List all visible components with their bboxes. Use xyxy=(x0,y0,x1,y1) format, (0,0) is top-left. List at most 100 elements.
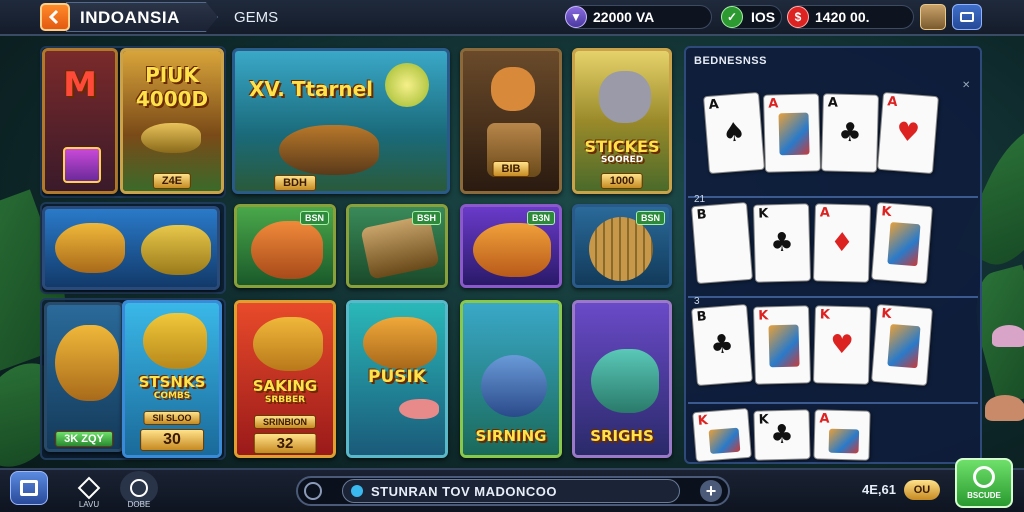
game-card-13-title: SAKING xyxy=(252,377,318,395)
fish-icon xyxy=(55,223,125,273)
game-card-13-chip-top: SRINBION xyxy=(253,415,317,429)
game-card-15-title: SIRNING xyxy=(475,427,547,445)
search-text: STUNRAN TOV MADONCOO xyxy=(371,483,557,499)
game-card-16[interactable]: SRIGHS xyxy=(572,300,672,458)
game-card-12-chip: 30 xyxy=(140,429,204,451)
game-card-12[interactable]: STSNKS COMBS SII SLOO 30 xyxy=(122,300,222,458)
card-rank: A xyxy=(819,411,830,427)
fish-icon xyxy=(143,313,207,369)
playing-card[interactable]: A ♥ xyxy=(877,91,939,175)
game-card-6[interactable] xyxy=(42,206,220,290)
card-suit-icon: ♣ xyxy=(769,227,795,259)
profile-avatar[interactable] xyxy=(920,4,946,30)
playing-card[interactable]: A ♣ xyxy=(820,93,880,173)
crown-icon xyxy=(63,147,101,183)
nav-home-button[interactable] xyxy=(10,471,48,505)
game-card-1[interactable]: M xyxy=(42,48,118,194)
playing-card[interactable]: K xyxy=(692,407,752,463)
game-card-11[interactable]: 3K ZQY xyxy=(44,302,124,452)
game-card-14[interactable]: PUSIK xyxy=(346,300,448,458)
card-rank: K xyxy=(819,307,831,323)
card-rank: K xyxy=(758,206,769,222)
card-suit-icon: ♥ xyxy=(829,329,855,361)
playing-card[interactable]: K xyxy=(871,201,933,285)
game-card-2-chip: Z4E xyxy=(152,173,192,189)
card-suit-icon: ♣ xyxy=(769,419,795,451)
playing-card[interactable]: A xyxy=(762,93,822,173)
card-rank: B xyxy=(696,309,708,325)
card-face-art xyxy=(778,112,810,156)
card-row-label: 3 xyxy=(694,296,700,307)
close-icon[interactable]: ✕ xyxy=(962,80,970,91)
game-card-3[interactable]: XV. Ttarnel BDH xyxy=(232,48,450,194)
playing-card[interactable]: K xyxy=(871,303,933,387)
card-rank: K xyxy=(758,412,769,428)
mouse-icon xyxy=(599,71,651,123)
balance-chip[interactable]: OU xyxy=(904,480,940,500)
playing-card[interactable]: K ♥ xyxy=(812,305,872,385)
game-card-2[interactable]: PIUK 4000D Z4E xyxy=(120,48,224,194)
game-card-8-badge: BSH xyxy=(411,211,441,225)
currency-status[interactable]: ✓ IOS xyxy=(721,5,782,29)
fish-icon xyxy=(253,317,323,371)
arrow-left-icon xyxy=(48,9,59,25)
mushroom-decoration xyxy=(985,395,1024,421)
game-card-3-chip: BDH xyxy=(274,175,316,191)
card-rank: A xyxy=(886,94,899,111)
card-rank: A xyxy=(768,96,779,112)
game-card-9[interactable]: B3N xyxy=(460,204,562,288)
playing-card[interactable]: A ♠ xyxy=(703,91,765,175)
card-rank: B xyxy=(696,207,708,223)
search-input[interactable]: STUNRAN TOV MADONCOO xyxy=(342,479,680,503)
card-rank: K xyxy=(880,204,893,221)
currency-status-value: IOS xyxy=(751,9,776,25)
menu-button[interactable] xyxy=(952,4,982,30)
game-card-13-chip: 32 xyxy=(253,433,317,454)
game-card-9-badge: B3N xyxy=(526,211,555,225)
refresh-icon[interactable] xyxy=(304,482,322,500)
game-card-7[interactable]: BSN xyxy=(234,204,336,288)
card-face-art xyxy=(828,428,860,454)
globe-icon xyxy=(351,485,363,497)
game-card-15[interactable]: SIRNING xyxy=(460,300,562,458)
row-separator xyxy=(688,402,978,404)
coin-icon: $ xyxy=(787,6,809,28)
game-card-1-title: M xyxy=(63,65,97,105)
playing-card[interactable]: K xyxy=(752,305,812,385)
mushroom-decoration xyxy=(992,325,1024,347)
play-button[interactable]: BSCUDE xyxy=(955,458,1013,508)
currency-coins[interactable]: $ 1420 00. xyxy=(787,5,914,29)
playing-card[interactable]: A xyxy=(813,409,871,461)
playing-card[interactable]: A ♦ xyxy=(812,203,872,283)
back-button[interactable] xyxy=(40,3,70,31)
balance-text: 4E,61 xyxy=(862,482,896,497)
game-card-5-title: STICKES xyxy=(584,137,660,156)
barrel-icon xyxy=(589,217,653,281)
playing-card[interactable]: K ♣ xyxy=(753,409,811,461)
game-card-13[interactable]: SAKING SRBBER SRINBION 32 xyxy=(234,300,336,458)
add-icon[interactable]: + xyxy=(700,480,722,502)
game-card-8[interactable]: BSH xyxy=(346,204,448,288)
whale-icon xyxy=(481,355,547,417)
card-suit-icon: ♣ xyxy=(837,117,863,149)
diamond-icon xyxy=(77,476,101,500)
card-rank: K xyxy=(880,306,893,323)
shield-icon: ▼ xyxy=(565,6,587,28)
currency-gems-value: 22000 VA xyxy=(593,9,655,25)
game-card-2-title: PIUK 4000D xyxy=(135,63,209,111)
game-card-16-title: SRIGHS xyxy=(590,427,654,445)
game-card-4[interactable]: BIB xyxy=(460,48,562,194)
game-card-5[interactable]: STICKES SOORED 1000 xyxy=(572,48,672,194)
playing-card[interactable]: K ♣ xyxy=(752,203,812,283)
row-separator xyxy=(688,296,978,298)
tab-gems[interactable]: GEMS xyxy=(234,9,278,26)
fish-icon xyxy=(141,225,211,275)
playing-card[interactable]: B ♣ xyxy=(691,303,753,387)
game-card-12-subtitle: COMBS xyxy=(153,391,191,401)
currency-gems[interactable]: ▼ 22000 VA xyxy=(565,5,712,29)
fish-icon xyxy=(473,223,551,277)
playing-card[interactable]: B xyxy=(691,201,753,285)
card-rank: A xyxy=(708,97,720,113)
game-card-10[interactable]: BSN xyxy=(572,204,672,288)
ball-icon xyxy=(385,63,429,107)
